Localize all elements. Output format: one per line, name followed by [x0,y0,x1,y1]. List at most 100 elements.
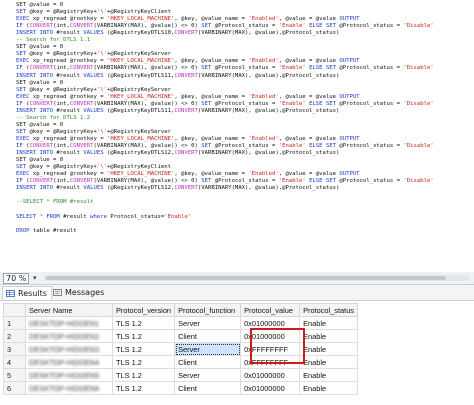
code-line[interactable]: SELECT * FROM #result where Protocol_sta… [16,213,191,222]
results-grid-icon [6,290,15,297]
column-header-protocol-function[interactable]: Protocol_function [174,303,242,317]
table-row[interactable]: 2 DESKTOP-HIDDEN2 TLS 1.2 Client 0x01000000 E… [3,329,359,343]
row-number[interactable]: 2 [3,329,26,343]
cell-server-name[interactable]: DESKTOP-HIDDEN6 [25,381,113,395]
cell-protocol-status[interactable]: Enable [299,316,359,330]
cell-protocol-status[interactable]: Enable [299,381,359,395]
code-token: (VARBINARY(MAX), @value),@Protocol_statu… [197,150,340,157]
code-token: where [90,213,107,220]
query-editor[interactable]: SET @value = 0 SET @key = @RegistryKey+'\… [0,0,474,273]
row-number[interactable]: 6 [3,381,26,395]
code-token: @Protocol_status = [339,23,404,30]
code-token: (@RegistryKeyDTLS11, [103,72,175,79]
table-row[interactable]: 4 DESKTOP-HIDDEN4 TLS 1.2 Client 0xFFFFFFFF E… [3,355,359,369]
code-token: (@RegistryKeyDTLS12, [103,185,175,192]
messages-icon [53,289,62,296]
cell-protocol-version[interactable]: TLS 1.2 [111,355,176,369]
code-token: VALUES [83,185,104,192]
code-token: @Protocol_status = [339,178,404,185]
cell-protocol-status[interactable]: Enable [299,368,359,382]
results-tabbar: Results Messages [0,285,474,301]
cell-server-name[interactable]: DESKTOP-HIDDEN1 [25,316,113,330]
tab-results-label: Results [18,289,47,298]
cell-server-name[interactable]: DESKTOP-HIDDEN5 [25,368,113,382]
code-token: CONVERT [174,150,198,157]
code-token: @Protocol_status = [339,65,404,72]
code-token: 'Disable' [403,178,434,185]
cell-protocol-value[interactable]: 0x01000000 [240,368,301,382]
code-token: @Protocol_status = [339,143,404,149]
code-token: 'Disable' [403,23,434,30]
row-number[interactable]: 5 [3,368,26,382]
column-header-protocol-value[interactable]: Protocol_value [240,303,301,317]
cell-protocol-version[interactable]: TLS 1.2 [111,316,176,330]
table-row[interactable]: 3 DESKTOP-HIDDEN3 TLS 1.2 Server 0xFFFFFFFF E… [3,342,359,356]
row-number[interactable]: 1 [3,316,26,330]
cell-server-name[interactable]: DESKTOP-HIDDEN4 [25,355,113,369]
cell-protocol-version[interactable]: TLS 1.2 [111,329,176,343]
cell-protocol-version[interactable]: TLS 1.2 [111,381,176,395]
code-token: DROP [16,227,30,234]
cell-protocol-value[interactable]: 0x01000000 [240,316,301,330]
tab-messages[interactable]: Messages [50,286,108,299]
cell-protocol-status[interactable]: Enable [299,329,359,343]
table-row[interactable]: 1 DESKTOP-HIDDEN1 TLS 1.2 Server 0x01000000 E… [3,316,359,330]
code-token: * [36,213,47,220]
cell-protocol-value[interactable]: 0xFFFFFFFF [240,342,301,356]
cell-protocol-version[interactable]: TLS 1.2 [111,368,176,382]
results-grid[interactable]: Server Name Protocol_version Protocol_fu… [0,301,474,405]
column-header-protocol-version[interactable]: Protocol_version [111,303,176,317]
cell-protocol-status[interactable]: Enable [299,342,359,356]
column-header-server-name[interactable]: Server Name [25,303,113,317]
row-number-header[interactable] [3,303,26,317]
code-token: 'Disable' [403,100,434,107]
cell-protocol-function[interactable]: Server [174,342,242,356]
table-row[interactable]: 5 DESKTOP-HIDDEN5 TLS 1.2 Server 0x01000000 E… [3,368,359,382]
zoom-bar: 70 % ▾ [0,272,474,285]
code-token: #result [59,213,91,220]
cell-protocol-function[interactable]: Client [174,329,242,343]
code-token: 'Disable' [403,143,434,149]
code-token: Protocol_status= [106,213,165,220]
code-token: #result [53,185,84,192]
code-token: (@RegistryKeyDTLS10, [103,30,175,37]
code-token: (VARBINARY(MAX), @value),@Protocol_statu… [197,30,340,37]
cell-protocol-version[interactable]: TLS 1.2 [111,342,176,356]
cell-protocol-value[interactable]: 0x01000000 [240,381,301,395]
cell-server-name[interactable]: DESKTOP-HIDDEN3 [25,342,113,356]
tab-results[interactable]: Results [2,286,52,300]
cell-protocol-function[interactable]: Server [174,368,242,382]
cell-server-name[interactable]: DESKTOP-HIDDEN2 [25,329,113,343]
horizontal-scrollbar[interactable] [44,275,469,281]
code-line[interactable]: --SELECT * FROM #result [16,198,93,207]
cell-protocol-status[interactable]: Enable [299,355,359,369]
zoom-select[interactable]: 70 % [3,273,30,284]
column-header-protocol-status[interactable]: Protocol_status [299,303,359,317]
code-token: 'Enable' [164,213,192,220]
code-token: @Protocol_status = [339,100,404,107]
grid-header-row: Server Name Protocol_version Protocol_fu… [3,303,359,317]
code-token: VALUES [83,72,104,79]
row-number[interactable]: 3 [3,342,26,356]
chevron-down-icon[interactable]: ▾ [33,273,37,283]
cell-protocol-value[interactable]: 0x01000000 [240,329,301,343]
code-token: --SELECT * FROM #result [16,199,94,206]
cell-protocol-function[interactable]: Client [174,355,242,369]
code-line[interactable]: DROP table #result [16,227,77,236]
code-token: CONVERT [174,185,198,192]
row-number[interactable]: 4 [3,355,26,369]
code-token: 'Disable' [403,65,434,72]
cell-protocol-function[interactable]: Server [174,316,242,330]
cell-protocol-function[interactable]: Client [174,381,242,395]
code-token: INSERT INTO [16,185,54,192]
code-token: CONVERT [174,72,198,79]
code-token: table #result [29,227,77,234]
code-token: (VARBINARY(MAX), @value),@Protocol_statu… [197,107,340,114]
code-line[interactable]: INSERT INTO #result VALUES (@RegistryKey… [16,184,339,193]
code-line[interactable]: INSERT INTO #result VALUES (@RegistryKey… [16,149,339,158]
table-row[interactable]: 6 DESKTOP-HIDDEN6 TLS 1.2 Client 0x01000000 E… [3,381,359,395]
scrollbar-thumb[interactable] [46,276,446,280]
code-token: VALUES [83,150,104,157]
cell-protocol-value[interactable]: 0xFFFFFFFF [240,355,301,369]
code-line[interactable]: INSERT INTO #result VALUES (@RegistryKey… [16,72,339,81]
